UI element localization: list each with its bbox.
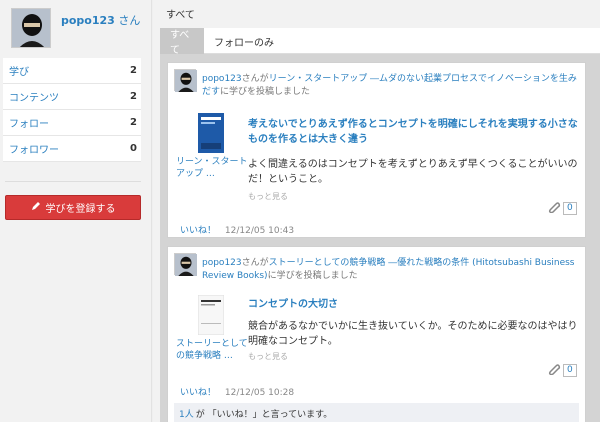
profile-block: popo123 さん — [11, 8, 141, 54]
like-button[interactable]: いいね！ — [180, 226, 216, 236]
main-content: すべて すべて フォローのみ popo123さんがリーン・スタートアップ ―ムダ… — [153, 0, 600, 422]
username[interactable]: popo123 さん — [61, 12, 140, 28]
stat-count: 0 — [130, 143, 137, 154]
paperclip-icon — [547, 363, 561, 378]
more-link[interactable]: もっと見る — [248, 351, 288, 362]
feed-post: popo123さんがリーン・スタートアップ ―ムダのない起業プロセスでイノベーシ… — [167, 62, 586, 238]
stat-contents[interactable]: コンテンツ 2 — [3, 84, 141, 110]
stat-label: コンテンツ — [9, 93, 59, 104]
quote-body: 競合があるなかでいかに生き抜いていくか。そのために必要なのはやはり明確なコンセプ… — [248, 321, 578, 347]
post-header-pre: さんが — [241, 74, 269, 84]
post-user-link[interactable]: popo123 — [202, 74, 242, 84]
liked-count-link[interactable]: 1人 — [179, 407, 194, 420]
post-header-post: に学びを投稿しました — [220, 87, 311, 97]
stat-count: 2 — [130, 117, 137, 128]
post-footer: いいね！ 12/12/05 10:43 — [180, 223, 294, 236]
stats-list: 学び 2 コンテンツ 2 フォロー 2 フォロワー 0 — [3, 58, 141, 162]
tab-following-only[interactable]: フォローのみ — [204, 28, 284, 54]
book-caption[interactable]: ストーリーとしての競争戦略 … — [174, 338, 248, 362]
book-thumbnail[interactable]: リーン・スタート アップ … — [174, 113, 248, 180]
post-header-pre: さんが — [241, 258, 269, 268]
register-button-label: 学びを登録する — [45, 204, 116, 215]
stat-count: 2 — [130, 65, 137, 76]
book-cover[interactable] — [197, 294, 225, 336]
post-timestamp: 12/12/05 10:28 — [224, 388, 295, 398]
feed-post: popo123さんがストーリーとしての競争戦略 ―優れた戦略の条件 (Hitot… — [167, 246, 586, 422]
clip-counter[interactable]: 0 — [547, 201, 577, 215]
feed: popo123さんがリーン・スタートアップ ―ムダのない起業プロセスでイノベーシ… — [160, 54, 600, 422]
avatar[interactable] — [11, 8, 51, 48]
tab-bar: すべて フォローのみ — [160, 28, 600, 56]
post-footer: いいね！ 12/12/05 10:28 — [180, 385, 294, 398]
quote-body: よく間違えるのはコンセプトを考えずとりあえず早くつくることがいいのだ！ということ… — [248, 159, 578, 185]
stat-label: フォロー — [9, 119, 49, 130]
post-header-text: popo123さんがリーン・スタートアップ ―ムダのない起業プロセスでイノベーシ… — [202, 73, 584, 99]
book-caption[interactable]: リーン・スタート アップ … — [174, 156, 248, 180]
clip-count: 0 — [563, 201, 577, 215]
stat-followers[interactable]: フォロワー 0 — [3, 136, 141, 162]
sidebar-divider — [5, 181, 141, 182]
register-learning-button[interactable]: 学びを登録する — [5, 195, 141, 220]
stat-label: フォロワー — [9, 145, 59, 156]
post-avatar[interactable] — [174, 253, 197, 276]
sidebar: popo123 さん 学び 2 コンテンツ 2 フォロー 2 フォロワー 0 学… — [0, 0, 152, 422]
stat-learning[interactable]: 学び 2 — [3, 58, 141, 84]
paperclip-icon — [547, 201, 561, 216]
like-button[interactable]: いいね！ — [180, 388, 216, 398]
stat-label: 学び — [9, 67, 29, 78]
post-user-link[interactable]: popo123 — [202, 258, 242, 268]
liked-by-bar: 1人 が 「いいね！」と言っています。 — [174, 403, 579, 422]
tab-all[interactable]: すべて — [160, 28, 204, 56]
pencil-icon — [31, 201, 41, 214]
quote-title[interactable]: 考えないでとりあえず作るとコンセプトを明確にしそれを実現する小さなものを作るとは… — [248, 117, 578, 147]
more-link[interactable]: もっと見る — [248, 191, 288, 202]
post-timestamp: 12/12/05 10:43 — [224, 226, 295, 236]
clip-count: 0 — [563, 363, 577, 377]
stat-count: 2 — [130, 91, 137, 102]
post-header-post: に学びを投稿しました — [267, 271, 358, 281]
book-cover[interactable] — [198, 113, 224, 153]
liked-text: が 「いいね！」と言っています。 — [195, 409, 333, 420]
section-title: すべて — [166, 10, 195, 21]
stat-follow[interactable]: フォロー 2 — [3, 110, 141, 136]
post-header-text: popo123さんがストーリーとしての競争戦略 ―優れた戦略の条件 (Hitot… — [202, 257, 584, 283]
book-thumbnail[interactable]: ストーリーとしての競争戦略 … — [174, 294, 248, 362]
clip-counter[interactable]: 0 — [547, 363, 577, 377]
quote-title[interactable]: コンセプトの大切さ — [248, 297, 578, 312]
post-avatar[interactable] — [174, 69, 197, 92]
